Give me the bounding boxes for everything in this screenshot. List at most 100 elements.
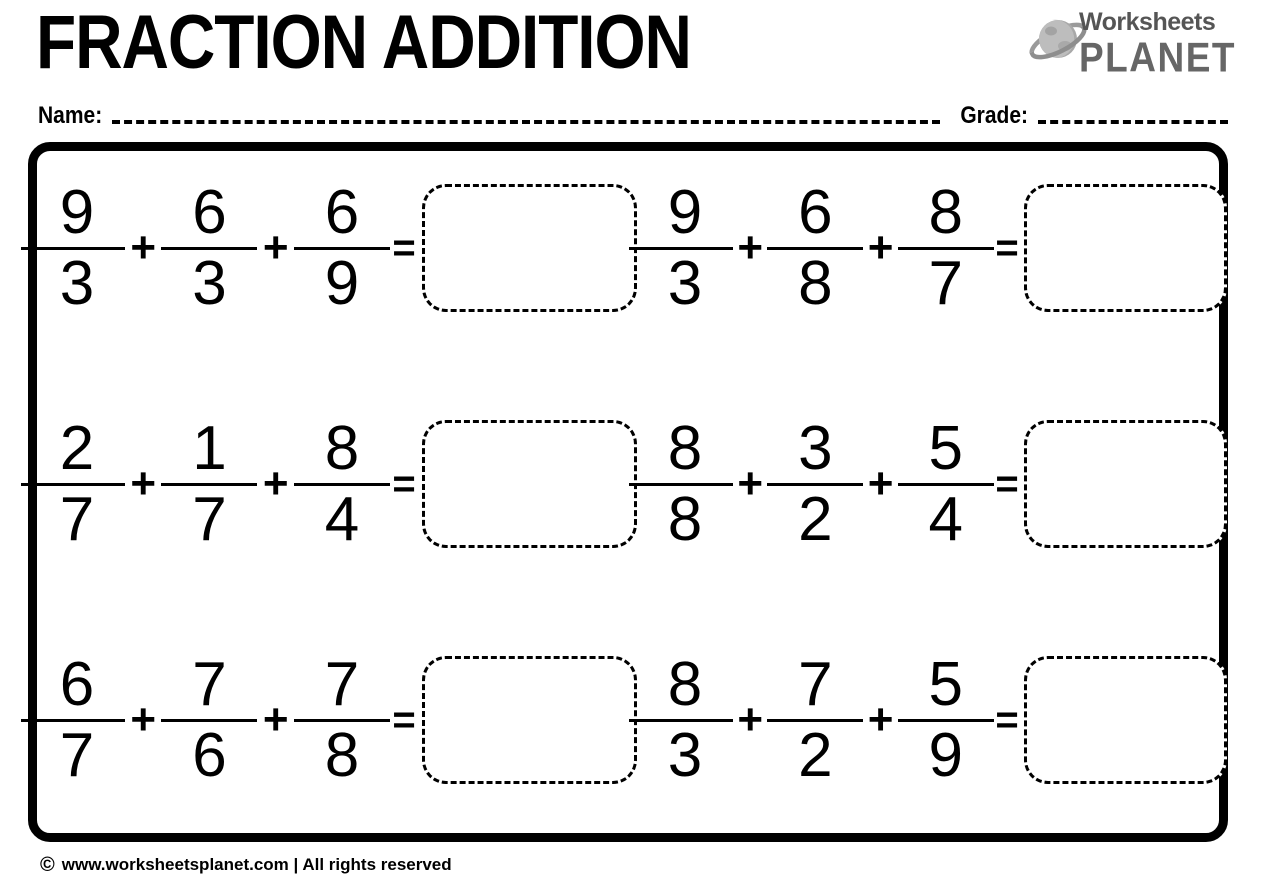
problem-row: 2 7 + 1 7 + 8 4 = 8 8 + 3 2 + 5 4 =	[21, 401, 1228, 567]
denominator: 7	[928, 248, 963, 318]
denominator: 2	[798, 720, 833, 790]
numerator: 6	[192, 177, 227, 247]
problems-grid: 9 3 + 6 3 + 6 9 = 9 3 + 6 8 + 8 7 = 2 7 …	[21, 151, 1228, 833]
numerator: 6	[324, 177, 360, 247]
logo-line-worksheets: Worksheets	[1079, 8, 1216, 36]
answer-box[interactable]	[1024, 420, 1228, 548]
denominator: 4	[324, 484, 360, 554]
answer-box[interactable]	[422, 420, 637, 548]
fraction-term: 8 7	[897, 177, 994, 318]
fraction-term: 6 8	[767, 177, 864, 318]
numerator: 5	[928, 649, 963, 719]
plus-operator: +	[867, 695, 894, 744]
grade-input-line[interactable]	[1038, 120, 1228, 124]
name-label: Name:	[38, 102, 103, 129]
fraction-term: 6 9	[293, 177, 390, 316]
denominator: 8	[798, 248, 833, 318]
plus-operator: +	[867, 459, 894, 508]
problem-p6: 8 3 + 7 2 + 5 9 =	[629, 637, 1228, 803]
numerator: 6	[798, 177, 833, 247]
logo-line-planet: PLANET	[1079, 34, 1236, 81]
footer-text: www.worksheetsplanet.com | All rights re…	[61, 855, 452, 874]
plus-operator: +	[262, 223, 289, 272]
equals-operator: =	[995, 462, 1019, 506]
numerator: 8	[928, 177, 963, 247]
numerator: 3	[798, 413, 833, 483]
problem-row: 6 7 + 7 6 + 7 8 = 8 3 + 7 2 + 5 9 =	[21, 637, 1228, 803]
worksheet-page: FRACTION ADDITION Worksheets PLANET Name…	[0, 0, 1263, 893]
plus-operator: +	[867, 223, 894, 272]
answer-box[interactable]	[1024, 184, 1228, 312]
name-input-line[interactable]	[112, 120, 941, 124]
fraction-term: 6 7	[21, 649, 125, 790]
fraction-term: 7 2	[767, 649, 864, 790]
denominator: 9	[928, 720, 963, 790]
copyright-icon: ©	[40, 854, 55, 876]
fraction-term: 3 2	[767, 413, 864, 554]
numerator: 7	[798, 649, 833, 719]
answer-box[interactable]	[1024, 656, 1228, 784]
footer: © www.worksheetsplanet.com | All rights …	[40, 855, 452, 875]
numerator: 6	[59, 649, 95, 719]
numerator: 9	[59, 177, 95, 247]
numerator: 7	[324, 649, 360, 719]
numerator: 7	[192, 649, 227, 719]
problem-p5: 6 7 + 7 6 + 7 8 =	[21, 637, 637, 803]
fraction-term: 5 9	[897, 649, 994, 790]
fraction-term: 8 3	[629, 649, 733, 790]
numerator: 2	[59, 413, 95, 483]
numerator: 5	[928, 413, 963, 483]
fraction-term: 6 3	[161, 177, 258, 318]
denominator: 3	[192, 248, 227, 318]
numerator: 8	[667, 649, 703, 719]
numerator: 1	[192, 413, 227, 483]
fraction-term: 9 3	[629, 177, 733, 318]
answer-box[interactable]	[422, 656, 637, 784]
equals-operator: =	[392, 698, 416, 742]
denominator: 2	[798, 484, 833, 554]
problem-p3: 2 7 + 1 7 + 8 4 =	[21, 401, 637, 567]
problem-p1: 9 3 + 6 3 + 6 9 =	[21, 165, 637, 331]
denominator: 8	[324, 720, 360, 790]
equals-operator: =	[995, 698, 1019, 742]
fraction-term: 7 6	[161, 649, 258, 790]
denominator: 6	[192, 720, 227, 790]
denominator: 7	[59, 484, 95, 554]
brand-logo: Worksheets PLANET	[1023, 8, 1236, 79]
numerator: 9	[667, 177, 703, 247]
denominator: 3	[59, 248, 95, 318]
logo-wordmark: Worksheets PLANET	[1079, 8, 1236, 79]
problem-p2: 9 3 + 6 8 + 8 7 =	[629, 165, 1228, 331]
denominator: 7	[192, 484, 227, 554]
equals-operator: =	[995, 226, 1019, 270]
equals-operator: =	[392, 462, 416, 506]
student-info-row: Name: Grade:	[38, 100, 1228, 132]
plus-operator: +	[737, 695, 764, 744]
numerator: 8	[667, 413, 703, 483]
problem-p4: 8 8 + 3 2 + 5 4 =	[629, 401, 1228, 567]
fraction-term: 8 4	[293, 417, 390, 554]
denominator: 3	[667, 248, 703, 318]
denominator: 7	[59, 720, 95, 790]
plus-operator: +	[130, 459, 157, 508]
fraction-term: 5 4	[897, 413, 994, 554]
problems-frame: 9 3 + 6 3 + 6 9 = 9 3 + 6 8 + 8 7 = 2 7 …	[21, 142, 1228, 842]
fraction-term: 2 7	[21, 413, 125, 554]
denominator: 4	[928, 484, 963, 554]
fraction-term: 8 8	[629, 413, 733, 554]
denominator: 8	[667, 484, 703, 554]
plus-operator: +	[737, 459, 764, 508]
fraction-term: 7 8	[293, 649, 390, 790]
plus-operator: +	[262, 459, 289, 508]
plus-operator: +	[130, 223, 157, 272]
page-title: FRACTION ADDITION	[36, 1, 692, 86]
plus-operator: +	[262, 695, 289, 744]
fraction-term: 9 3	[21, 177, 125, 318]
equals-operator: =	[392, 226, 416, 270]
plus-operator: +	[737, 223, 764, 272]
fraction-term: 1 7	[161, 413, 258, 554]
answer-box[interactable]	[422, 184, 637, 312]
plus-operator: +	[130, 695, 157, 744]
denominator: 3	[667, 720, 703, 790]
problem-row: 9 3 + 6 3 + 6 9 = 9 3 + 6 8 + 8 7 =	[21, 165, 1228, 331]
